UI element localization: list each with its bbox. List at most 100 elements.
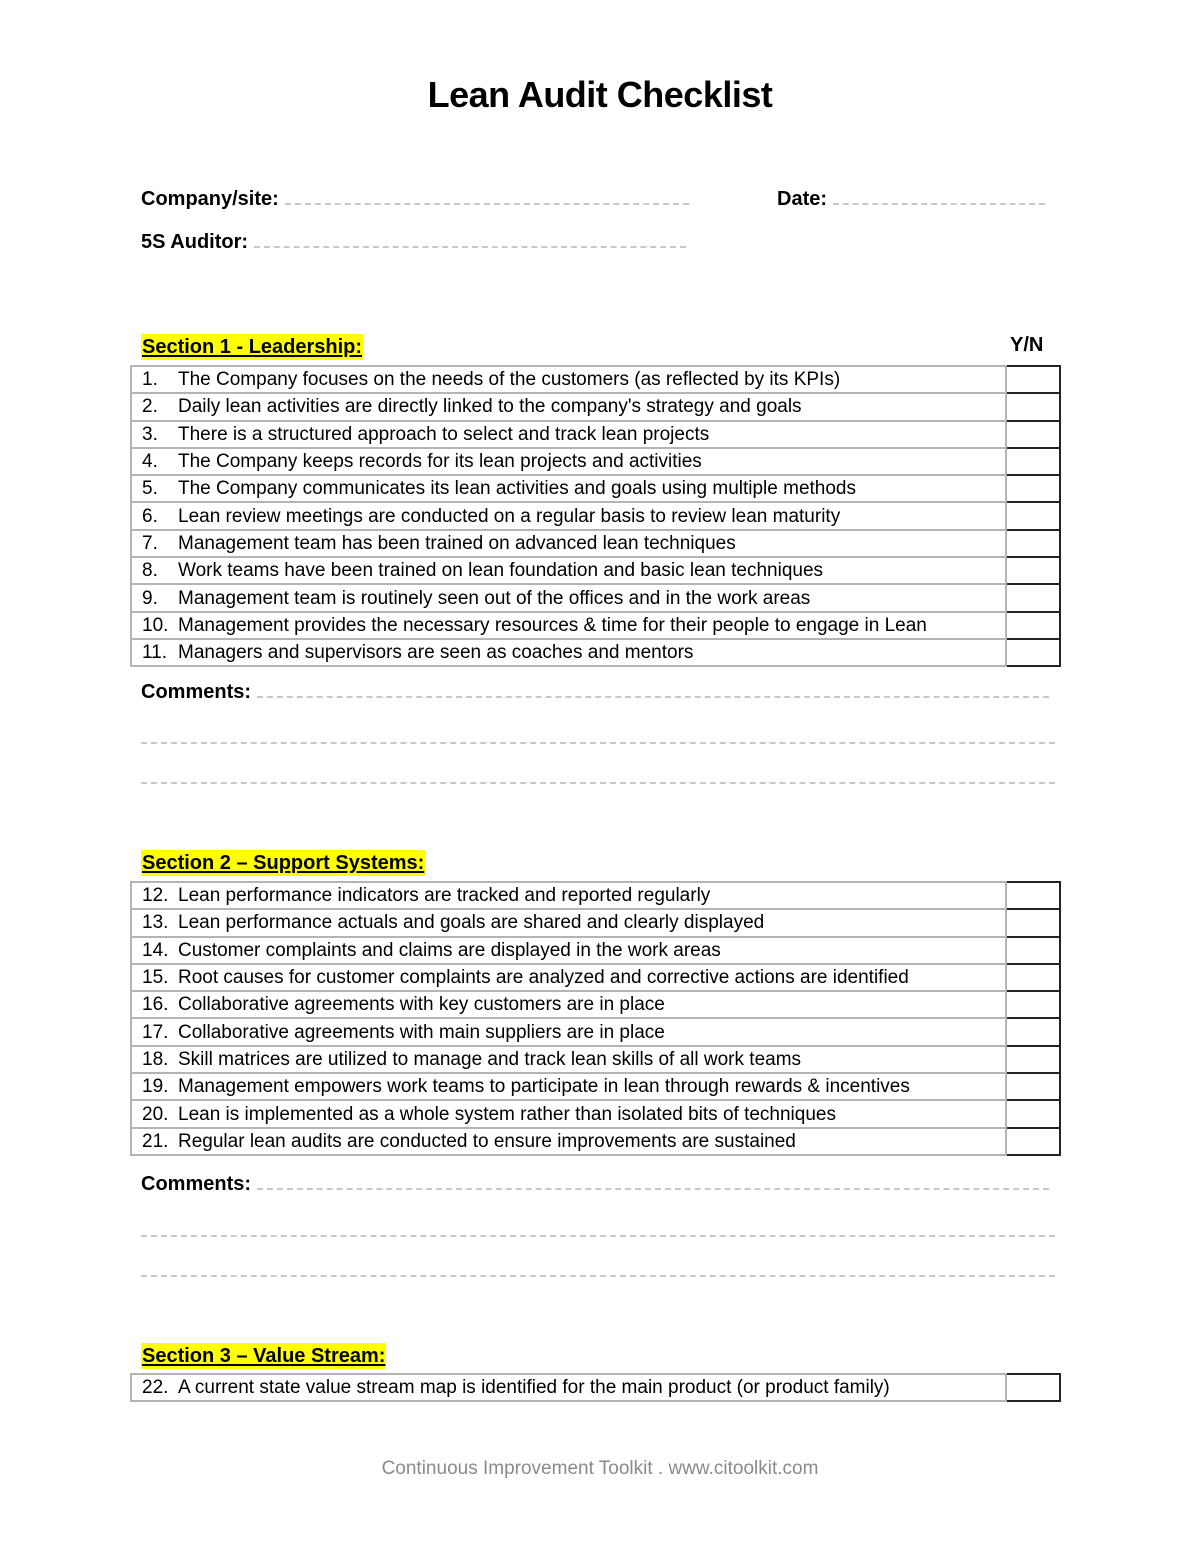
checklist-row: 12. Lean performance indicators are track… [130,880,1061,911]
auditor-input[interactable] [254,232,687,248]
checklist-row: 19. Management empowers work teams to par… [130,1072,1061,1102]
yn-checkbox[interactable] [1005,880,1061,911]
item-number: 9. [142,587,158,609]
checklist-row: 9. Management team is routinely seen out … [130,583,1061,613]
item-text: Skill matrices are utilized to manage an… [178,1048,802,1070]
company-site-label: Company/site: [141,188,279,210]
checklist-row: 10. Management provides the necessary res… [130,610,1061,640]
comments-label: Comments: [141,1173,252,1195]
yn-checkbox[interactable] [1005,474,1061,504]
page-title: Lean Audit Checklist [427,74,773,115]
checklist-row: 21. Regular lean audits are conducted to … [130,1126,1061,1156]
section-3-heading: Section 3 – Value Stream: [141,1343,387,1369]
item-number: 20. [142,1103,169,1125]
yn-checkbox[interactable] [1005,962,1061,993]
checklist-row: 6. Lean review meetings are conducted on … [130,501,1061,531]
item-number: 5. [142,478,158,500]
yn-checkbox[interactable] [1005,610,1061,640]
yn-checkbox[interactable] [1005,556,1061,586]
comments-line[interactable] [141,1235,1055,1237]
yn-column-header: Y/N [1010,334,1044,356]
yn-checkbox[interactable] [1005,935,1061,965]
item-number: 10. [142,614,169,636]
checklist-row: 16. Collaborative agreements with key cus… [130,990,1061,1020]
item-number: 3. [142,423,158,445]
item-text: Root causes for customer complaints are … [178,967,909,989]
item-text: Lean is implemented as a whole system ra… [178,1103,836,1125]
item-number: 6. [142,505,158,527]
yn-checkbox[interactable] [1005,501,1061,531]
item-text: Management team is routinely seen out of… [178,587,811,609]
yn-checkbox[interactable] [1005,637,1061,668]
checklist-row: 1. The Company focuses on the needs of th… [130,364,1061,395]
item-text: Management empowers work teams to partic… [178,1076,910,1098]
yn-checkbox[interactable] [1005,1044,1061,1075]
checklist-row: 22. A current state value stream map is i… [130,1372,1061,1403]
item-text: Management provides the necessary resour… [178,614,927,636]
section-1-comments: Comments: [141,681,1050,704]
item-text: Lean review meetings are conducted on a … [178,505,841,527]
item-number: 4. [142,451,158,473]
comments-input[interactable] [257,1174,1050,1190]
item-number: 12. [142,885,169,907]
checklist-row: 13. Lean performance actuals and goals ar… [130,908,1061,938]
yn-checkbox[interactable] [1005,990,1061,1020]
checklist-row: 17. Collaborative agreements with main su… [130,1017,1061,1047]
checklist-row: 8. Work teams have been trained on lean f… [130,556,1061,586]
footer-credit: Continuous Improvement Toolkit . www.cit… [381,1458,819,1479]
section-1-heading: Section 1 - Leadership: [141,334,364,360]
item-text: The Company keeps records for its lean p… [178,451,702,473]
item-number: 17. [142,1021,169,1043]
yn-checkbox[interactable] [1005,419,1061,449]
item-text: Daily lean activities are directly linke… [178,396,802,418]
yn-checkbox[interactable] [1005,1126,1061,1156]
comments-input[interactable] [257,682,1050,698]
yn-checkbox[interactable] [1005,1372,1061,1403]
yn-checkbox[interactable] [1005,1072,1061,1102]
item-number: 14. [142,939,169,961]
checklist-row: 11. Managers and supervisors are seen as … [130,637,1061,668]
checklist-row: 3. There is a structured approach to sele… [130,419,1061,449]
item-text: The Company focuses on the needs of the … [178,369,841,391]
item-number: 1. [142,369,158,391]
yn-checkbox[interactable] [1005,1099,1061,1129]
item-number: 16. [142,994,169,1016]
section-2-comments: Comments: [141,1173,1050,1196]
auditor-label: 5S Auditor: [141,231,249,253]
yn-checkbox[interactable] [1005,908,1061,938]
company-site-field: Company/site: [141,188,689,211]
yn-checkbox[interactable] [1005,1017,1061,1047]
item-number: 22. [142,1377,169,1399]
checklist-row: 18. Skill matrices are utilized to manage… [130,1044,1061,1075]
checklist-row: 2. Daily lean activities are directly lin… [130,392,1061,422]
comments-line[interactable] [141,742,1055,744]
item-text: Managers and supervisors are seen as coa… [178,642,694,664]
item-text: There is a structured approach to select… [178,423,710,445]
comments-line[interactable] [141,782,1055,784]
yn-checkbox[interactable] [1005,583,1061,613]
comments-label: Comments: [141,681,252,703]
auditor-field: 5S Auditor: [141,231,687,254]
item-number: 13. [142,912,169,934]
item-text: Collaborative agreements with main suppl… [178,1021,665,1043]
item-number: 8. [142,560,158,582]
yn-checkbox[interactable] [1005,446,1061,477]
company-site-input[interactable] [284,189,689,205]
section-3-checklist: 22. A current state value stream map is i… [130,1372,1061,1403]
yn-checkbox[interactable] [1005,392,1061,422]
item-number: 18. [142,1048,169,1070]
yn-checkbox[interactable] [1005,364,1061,395]
checklist-row: 14. Customer complaints and claims are di… [130,935,1061,965]
yn-checkbox[interactable] [1005,528,1061,559]
item-number: 2. [142,396,158,418]
item-text: Work teams have been trained on lean fou… [178,560,824,582]
date-input[interactable] [833,189,1046,205]
checklist-row: 7. Management team has been trained on ad… [130,528,1061,559]
checklist-row: 20. Lean is implemented as a whole system… [130,1099,1061,1129]
item-text: Lean performance actuals and goals are s… [178,912,765,934]
item-number: 11. [142,642,168,664]
checklist-row: 5. The Company communicates its lean acti… [130,474,1061,504]
checklist-row: 15. Root causes for customer complaints a… [130,962,1061,993]
checklist-row: 4. The Company keeps records for its lean… [130,446,1061,477]
comments-line[interactable] [141,1275,1055,1277]
